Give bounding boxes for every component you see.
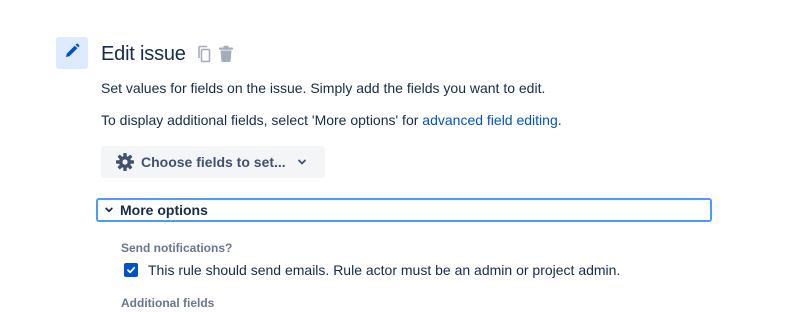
chevron-down-icon: [296, 156, 308, 168]
page-title: Edit issue: [101, 42, 186, 65]
chevron-down-icon: [104, 205, 114, 215]
send-notifications-label: Send notifications?: [121, 241, 233, 255]
advanced-editing-hint: To display additional fields, select 'Mo…: [101, 110, 562, 130]
gear-icon: [115, 152, 135, 172]
copy-icon[interactable]: [196, 44, 212, 64]
trash-icon[interactable]: [218, 44, 234, 64]
more-options-toggle[interactable]: More options: [96, 198, 712, 222]
choose-fields-label: Choose fields to set...: [141, 154, 286, 170]
send-emails-label: This rule should send emails. Rule actor…: [148, 262, 621, 278]
advanced-field-editing-link[interactable]: advanced field editing: [422, 112, 557, 128]
pencil-icon: [63, 42, 81, 65]
title-row: Edit issue: [101, 40, 234, 68]
send-emails-option: This rule should send emails. Rule actor…: [124, 262, 620, 278]
edit-action-badge: [56, 37, 88, 69]
more-options-label: More options: [120, 202, 208, 218]
additional-fields-label: Additional fields: [121, 296, 215, 310]
edit-issue-panel: Edit issue Set values for fields on the …: [0, 0, 786, 312]
hint-prefix: To display additional fields, select 'Mo…: [101, 112, 423, 128]
description-text: Set values for fields on the issue. Simp…: [101, 80, 546, 96]
hint-suffix: .: [557, 112, 562, 128]
send-emails-checkbox[interactable]: [124, 263, 138, 277]
checkmark-icon: [126, 265, 136, 275]
title-actions: [196, 44, 234, 64]
choose-fields-button[interactable]: Choose fields to set...: [101, 146, 325, 178]
